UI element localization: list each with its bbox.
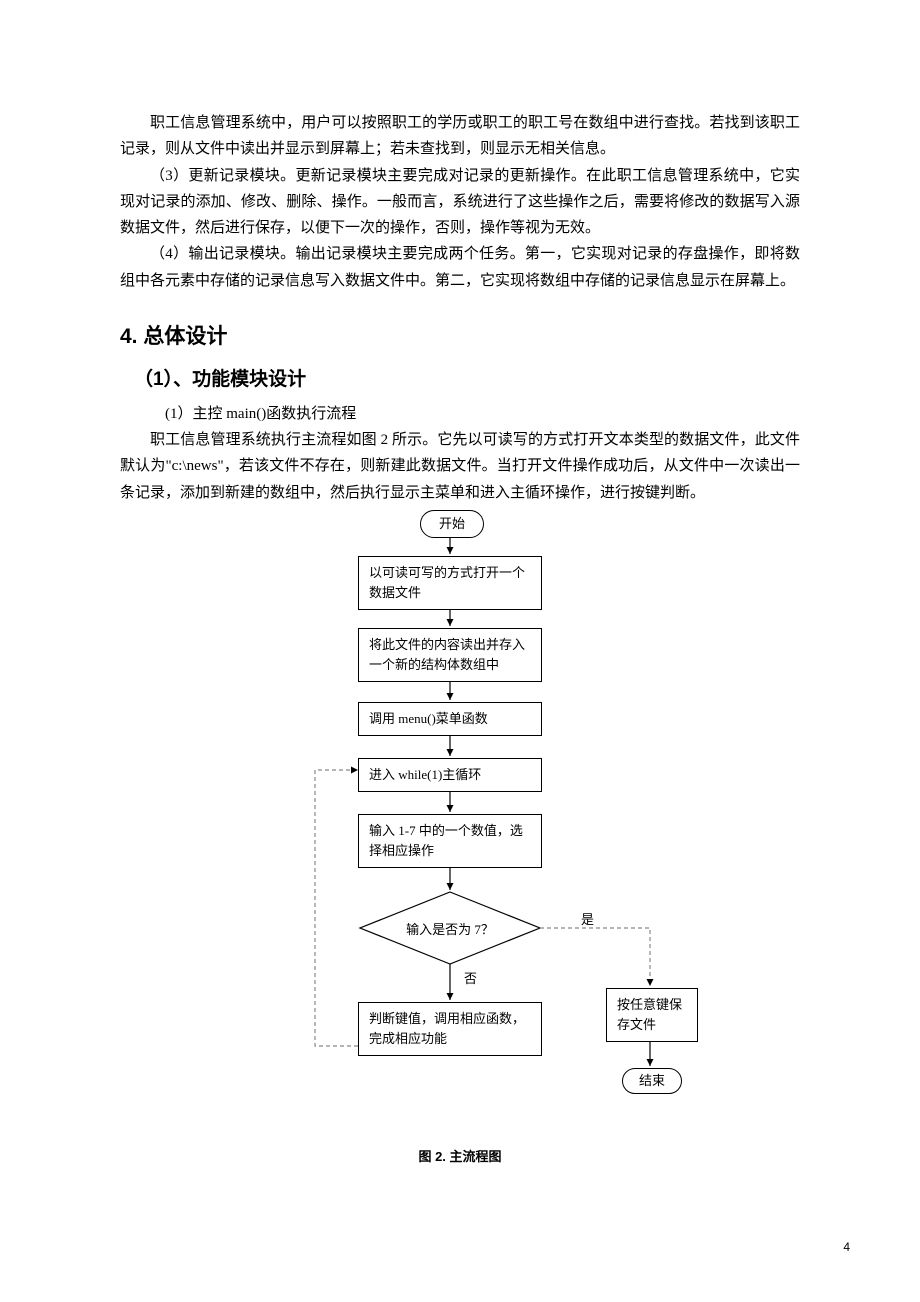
flow-end: 结束 [622, 1068, 682, 1094]
flow-read-into-array: 将此文件的内容读出并存入一个新的结构体数组中 [358, 628, 542, 682]
flow-call-function: 判断键值，调用相应函数，完成相应功能 [358, 1002, 542, 1056]
heading-module-design: （1）、功能模块设计 [134, 364, 800, 391]
paragraph-2: （3）更新记录模块。更新记录模块主要完成对记录的更新操作。在此职工信息管理系统中… [120, 163, 800, 242]
flow-label-yes: 是 [581, 909, 594, 928]
flow-save-file: 按任意键保存文件 [606, 988, 698, 1042]
flow-label-no: 否 [464, 968, 477, 987]
page-number: 4 [843, 1240, 850, 1254]
paragraph-1: 职工信息管理系统中，用户可以按照职工的学历或职工的职工号在数组中进行查找。若找到… [120, 110, 800, 163]
subheading-main-flow: (1）主控 main()函数执行流程 [150, 401, 800, 427]
flow-start: 开始 [420, 510, 484, 538]
flowchart: 开始 以可读可写的方式打开一个数据文件 将此文件的内容读出并存入一个新的结构体数… [120, 510, 800, 1140]
flow-input-value: 输入 1-7 中的一个数值，选择相应操作 [358, 814, 542, 868]
heading-overall-design: 4. 总体设计 [120, 320, 800, 350]
flow-call-menu: 调用 menu()菜单函数 [358, 702, 542, 736]
paragraph-3: （4）输出记录模块。输出记录模块主要完成两个任务。第一，它实现对记录的存盘操作，… [120, 241, 800, 294]
flow-open-file: 以可读可写的方式打开一个数据文件 [358, 556, 542, 610]
flow-decision-text: 输入是否为 7？ [403, 919, 497, 938]
flow-enter-while: 进入 while(1)主循环 [358, 758, 542, 792]
paragraph-4: 职工信息管理系统执行主流程如图 2 所示。它先以可读写的方式打开文本类型的数据文… [120, 427, 800, 506]
figure-caption: 图 2. 主流程图 [120, 1146, 800, 1165]
